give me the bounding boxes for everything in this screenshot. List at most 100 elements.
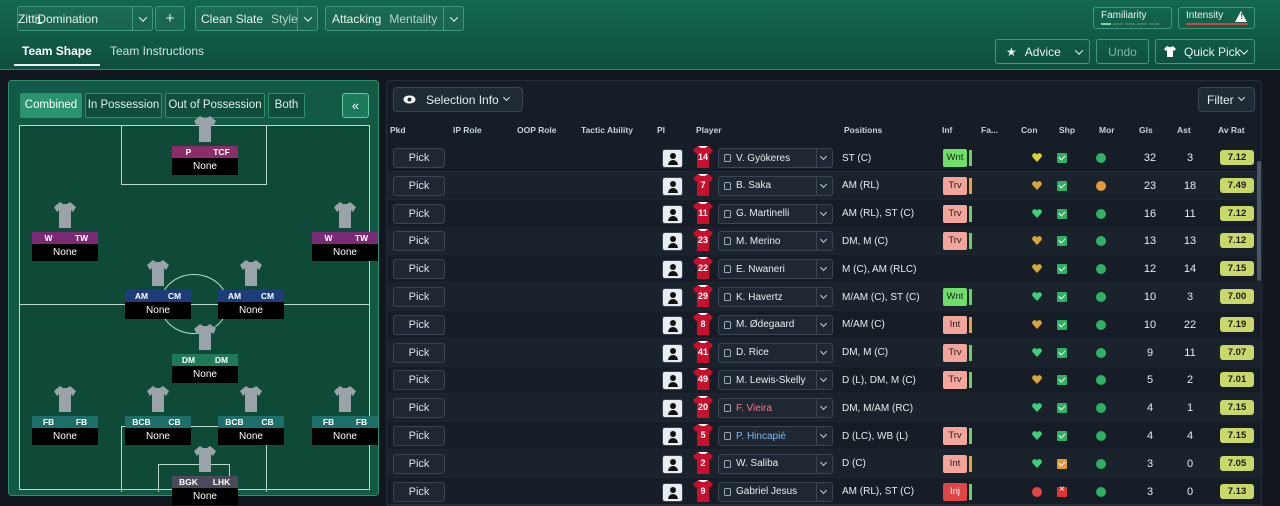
assists: 22	[1183, 318, 1197, 331]
tab-team-instructions[interactable]: Team Instructions	[110, 38, 204, 66]
table-row[interactable]: Pick 41 D. Rice DM, M (C) Trv 9 11 7.07	[387, 338, 1263, 367]
slot-right-centre-back[interactable]: BCB CB None	[218, 386, 284, 445]
undo-button[interactable]: Undo	[1096, 39, 1149, 64]
player-select[interactable]: M. Lewis-Skelly	[718, 370, 833, 391]
pick-button[interactable]: Pick	[393, 481, 445, 502]
column-header[interactable]: Player	[696, 125, 722, 135]
player-select[interactable]: M. Merino	[718, 231, 833, 252]
player-instructions-button[interactable]	[662, 176, 683, 196]
column-header[interactable]: Tactic Ability	[581, 125, 633, 135]
player-instructions-button[interactable]	[662, 454, 683, 474]
player-instructions-button[interactable]	[662, 149, 683, 168]
column-header[interactable]: Positions	[844, 125, 882, 135]
player-select[interactable]: W. Saliba	[718, 453, 833, 474]
player-instructions-button[interactable]	[662, 343, 683, 363]
player-select[interactable]: M. Ødegaard	[718, 314, 833, 335]
player-instructions-button[interactable]	[662, 427, 683, 446]
slot-goalkeeper[interactable]: BGK LHK None	[172, 446, 238, 505]
selection-info-dropdown[interactable]: Selection Info	[393, 87, 523, 112]
player-select[interactable]: P. Hincapié	[718, 426, 833, 446]
goals: 4	[1146, 402, 1154, 415]
player-instructions-button[interactable]	[662, 260, 683, 280]
lock-icon	[724, 459, 731, 468]
player-instructions-button[interactable]	[662, 204, 683, 224]
column-header[interactable]: Inf	[942, 125, 952, 135]
column-header[interactable]: Con	[1021, 125, 1038, 135]
collapse-panel-button[interactable]: «	[342, 93, 369, 118]
column-header[interactable]: OOP Role	[517, 125, 557, 135]
familiarity-meter[interactable]: Familiarity	[1093, 7, 1172, 29]
player-select[interactable]: Gabriel Jesus	[718, 481, 833, 502]
table-row[interactable]: Pick 5 P. Hincapié D (LC), WB (L) Trv 4 …	[387, 422, 1263, 450]
column-header[interactable]: Pkd	[390, 125, 406, 135]
slot-right-winger[interactable]: W TW None	[312, 202, 378, 261]
player-select[interactable]: B. Saka	[718, 175, 833, 196]
tactic-select[interactable]: 1 ZittiDomination	[17, 6, 153, 31]
toggle-combined[interactable]: Combined	[20, 93, 82, 118]
intensity-meter[interactable]: Intensity !	[1178, 7, 1255, 29]
table-scrollbar[interactable]	[1257, 161, 1261, 281]
table-row[interactable]: Pick 22 E. Nwaneri M (C), AM (RLC) 12 14…	[387, 255, 1263, 284]
filter-dropdown[interactable]: Filter	[1198, 87, 1255, 112]
table-row[interactable]: Pick 9 Gabriel Jesus AM (RL), ST (C) Inj…	[387, 478, 1263, 506]
player-select[interactable]: G. Martinelli	[718, 203, 833, 224]
player-instructions-button[interactable]	[662, 288, 683, 307]
pick-button[interactable]: Pick	[393, 148, 445, 168]
table-row[interactable]: Pick 23 M. Merino DM, M (C) Trv 13 13 7.…	[387, 227, 1263, 256]
player-select[interactable]: F. Vieira	[718, 398, 833, 419]
pick-button[interactable]: Pick	[393, 398, 445, 419]
slot-defensive-mid[interactable]: DM DM None	[172, 324, 238, 383]
player-instructions-button[interactable]	[662, 399, 683, 419]
table-row[interactable]: Pick 49 M. Lewis-Skelly D (L), DM, M (C)…	[387, 366, 1263, 395]
toggle-in-possession[interactable]: In Possession	[85, 93, 162, 118]
pick-button[interactable]: Pick	[393, 203, 445, 224]
pick-button[interactable]: Pick	[393, 426, 445, 446]
slot-striker[interactable]: P TCF None	[172, 116, 238, 175]
table-row[interactable]: Pick 14 V. Gyökeres ST (C) Wnt 32 3 7.12	[387, 144, 1263, 172]
pick-button[interactable]: Pick	[393, 259, 445, 280]
pick-button[interactable]: Pick	[393, 370, 445, 391]
pick-button[interactable]: Pick	[393, 175, 445, 196]
style-select[interactable]: Clean Slate Style	[195, 6, 318, 31]
column-header[interactable]: Ast	[1177, 125, 1191, 135]
advice-button[interactable]: ★ Advice	[995, 39, 1090, 64]
toggle-out-of-possession[interactable]: Out of Possession	[165, 93, 265, 118]
slot-right-fullback[interactable]: FB FB None	[312, 386, 378, 445]
slot-left-attacking-mid[interactable]: AM CM None	[125, 260, 191, 319]
table-row[interactable]: Pick 29 K. Havertz M/AM (C), ST (C) Wnt …	[387, 283, 1263, 311]
table-row[interactable]: Pick 8 M. Ødegaard M/AM (C) Int 10 22 7.…	[387, 311, 1263, 339]
player-instructions-button[interactable]	[662, 232, 683, 252]
slot-left-fullback[interactable]: FB FB None	[32, 386, 98, 445]
player-instructions-button[interactable]	[662, 482, 683, 502]
player-select[interactable]: D. Rice	[718, 342, 833, 363]
player-select[interactable]: K. Havertz	[718, 287, 833, 307]
mentality-select[interactable]: Attacking Mentality	[325, 6, 464, 31]
table-row[interactable]: Pick 7 B. Saka AM (RL) Trv 23 18 7.49	[387, 171, 1263, 200]
pick-button[interactable]: Pick	[393, 231, 445, 252]
column-header[interactable]: Mor	[1099, 125, 1115, 135]
player-instructions-button[interactable]	[662, 371, 683, 391]
pick-button[interactable]: Pick	[393, 287, 445, 307]
add-tactic-button[interactable]: +	[155, 6, 185, 31]
tab-team-shape[interactable]: Team Shape	[14, 38, 100, 66]
column-header[interactable]: Gls	[1139, 125, 1153, 135]
table-row[interactable]: Pick 2 W. Saliba D (C) Int 3 0 7.05	[387, 449, 1263, 478]
slot-left-centre-back[interactable]: BCB CB None	[125, 386, 191, 445]
pick-button[interactable]: Pick	[393, 342, 445, 363]
toggle-both[interactable]: Both	[268, 93, 305, 118]
slot-left-winger[interactable]: W TW None	[32, 202, 98, 261]
column-header[interactable]: Av Rat	[1218, 125, 1245, 135]
slot-right-attacking-mid[interactable]: AM CM None	[218, 260, 284, 319]
column-header[interactable]: IP Role	[453, 125, 482, 135]
table-row[interactable]: Pick 11 G. Martinelli AM (RL), ST (C) Tr…	[387, 200, 1263, 228]
quick-pick-button[interactable]: Quick Pick	[1155, 39, 1255, 64]
player-select[interactable]: V. Gyökeres	[718, 148, 833, 168]
table-row[interactable]: Pick 20 F. Vieira DM, M/AM (RC) 4 1 7.15	[387, 394, 1263, 423]
player-select[interactable]: E. Nwaneri	[718, 259, 833, 280]
column-header[interactable]: Fa...	[981, 125, 998, 135]
pick-button[interactable]: Pick	[393, 453, 445, 474]
column-header[interactable]: PI	[657, 125, 665, 135]
player-instructions-button[interactable]	[662, 315, 683, 335]
column-header[interactable]: Shp	[1059, 125, 1075, 135]
pick-button[interactable]: Pick	[393, 314, 445, 335]
